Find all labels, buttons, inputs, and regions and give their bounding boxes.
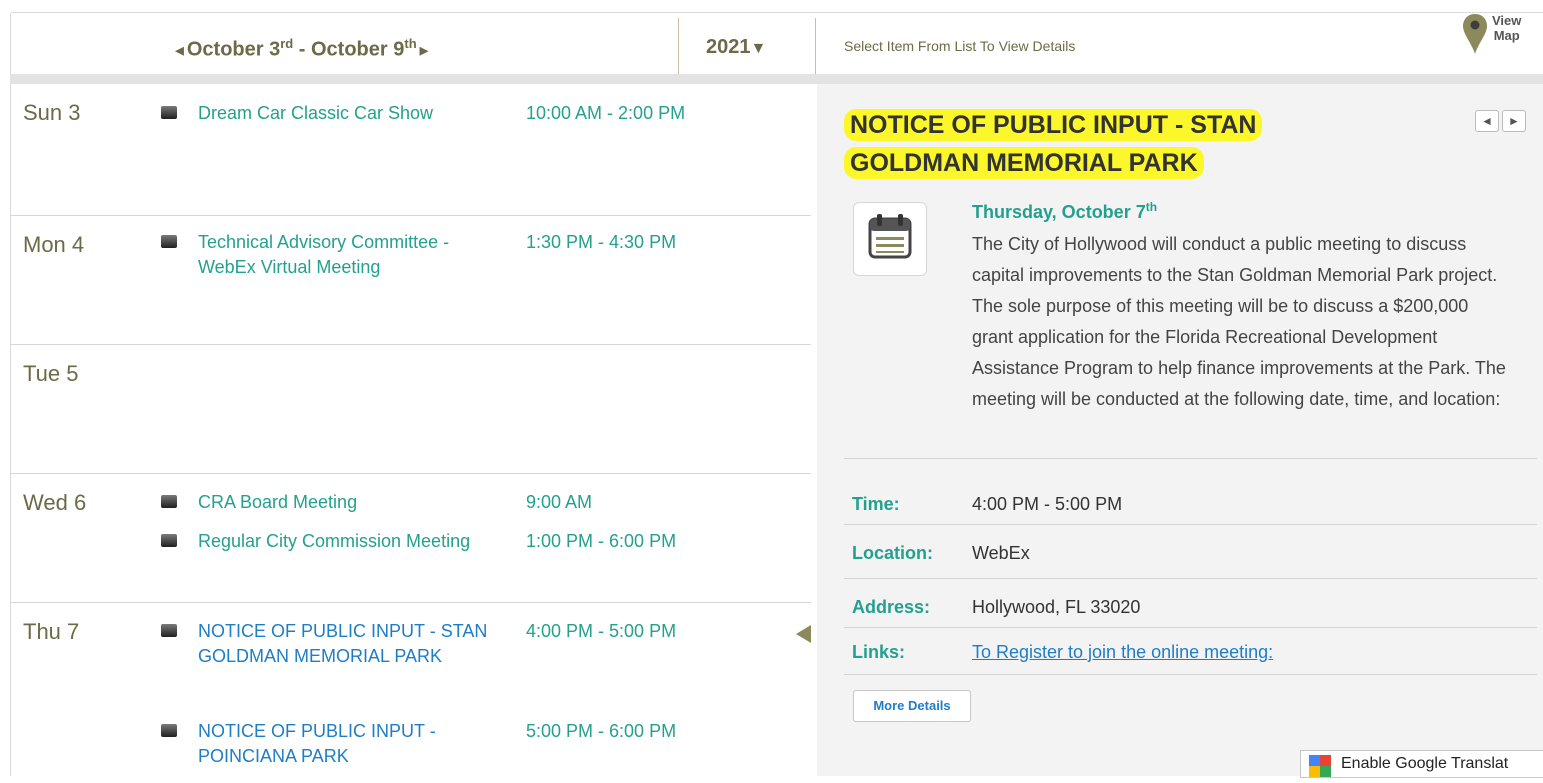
week-end-suffix: th xyxy=(404,36,417,51)
day-label: Thu 7 xyxy=(23,619,80,644)
event-time: 4:00 PM - 5:00 PM xyxy=(526,621,677,641)
day-label: Wed 6 xyxy=(23,490,87,515)
event-time: 1:30 PM - 4:30 PM xyxy=(526,232,677,252)
prev-event-button[interactable]: ◄ xyxy=(1475,110,1499,132)
event-bullet-icon xyxy=(161,106,177,119)
event-date: Thursday, October 7th xyxy=(972,200,1158,222)
day-row: Wed 6 CRA Board Meeting 9:00 AM Regular … xyxy=(11,474,811,603)
google-translate-button[interactable]: Enable Google Translat xyxy=(1300,750,1543,778)
day-label: Sun 3 xyxy=(23,100,81,125)
divider xyxy=(844,524,1537,525)
event-time: 10:00 AM - 2:00 PM xyxy=(526,103,686,123)
event-bullet-icon xyxy=(161,534,177,547)
map-pin-icon xyxy=(1463,14,1487,54)
event-detail-title: NOTICE OF PUBLIC INPUT - STAN GOLDMAN ME… xyxy=(844,106,1324,182)
year-selector[interactable]: 2021▼ xyxy=(706,36,766,59)
location-label: Location: xyxy=(852,543,933,563)
more-details-button[interactable]: More Details xyxy=(853,690,971,722)
next-week-arrow[interactable]: ► xyxy=(417,43,432,60)
toolbar-divider xyxy=(678,18,679,74)
selected-event-pointer xyxy=(796,625,811,643)
event-description: The City of Hollywood will conduct a pub… xyxy=(972,234,1506,409)
divider xyxy=(844,578,1537,579)
register-link[interactable]: To Register to join the online meeting: xyxy=(972,642,1273,663)
calendar-icon xyxy=(853,202,927,276)
event-bullet-icon xyxy=(161,235,177,248)
location-value: WebEx xyxy=(972,543,1030,563)
google-translate-icon xyxy=(1309,755,1331,777)
day-row: Tue 5 xyxy=(11,345,811,474)
view-map-button[interactable]: View Map xyxy=(1450,10,1540,60)
year-label: 2021 xyxy=(706,36,751,58)
toolbar-divider xyxy=(815,18,816,74)
view-map-label: View Map xyxy=(1492,13,1522,43)
divider xyxy=(844,627,1537,628)
google-translate-label: Enable Google Translat xyxy=(1341,755,1509,772)
event-title-link[interactable]: Regular City Commission Meeting xyxy=(198,529,508,554)
time-label: Time: xyxy=(852,494,900,514)
day-row: Mon 4 Technical Advisory Committee - Web… xyxy=(11,216,811,345)
event-title-link[interactable]: CRA Board Meeting xyxy=(198,490,508,515)
event-time: 5:00 PM - 6:00 PM xyxy=(526,721,677,741)
day-row: Sun 3 Dream Car Classic Car Show 10:00 A… xyxy=(11,84,811,216)
event-title-link[interactable]: NOTICE OF PUBLIC INPUT - POINCIANA PARK xyxy=(198,719,498,769)
toolbar-shadow xyxy=(10,74,1543,84)
address-label: Address: xyxy=(852,597,931,617)
chevron-down-icon: ▼ xyxy=(750,40,767,57)
event-bullet-icon xyxy=(161,724,177,737)
day-label: Mon 4 xyxy=(23,232,85,257)
day-label: Tue 5 xyxy=(23,361,79,386)
prev-week-arrow[interactable]: ◄ xyxy=(172,43,187,60)
event-title-link[interactable]: Technical Advisory Committee - WebEx Vir… xyxy=(198,230,508,280)
select-item-hint: Select Item From List To View Details xyxy=(844,38,1076,54)
week-navigator: ◄October 3rd - October 9th► xyxy=(172,36,432,62)
event-title-link[interactable]: NOTICE OF PUBLIC INPUT - STAN GOLDMAN ME… xyxy=(198,619,498,669)
next-event-button[interactable]: ► xyxy=(1502,110,1526,132)
divider xyxy=(844,458,1537,459)
week-start-suffix: rd xyxy=(280,36,294,51)
event-time: 1:00 PM - 6:00 PM xyxy=(526,531,677,551)
event-bullet-icon xyxy=(161,495,177,508)
links-label: Links: xyxy=(852,642,906,662)
event-time: 9:00 AM xyxy=(526,492,593,512)
divider xyxy=(844,674,1537,675)
event-bullet-icon xyxy=(161,624,177,637)
week-end-label: - October 9 xyxy=(293,38,405,61)
event-pager: ◄ ► xyxy=(1475,110,1529,132)
week-start-label: October 3 xyxy=(186,38,281,61)
event-detail-panel: NOTICE OF PUBLIC INPUT - STAN GOLDMAN ME… xyxy=(817,84,1543,776)
address-value: Hollywood, FL 33020 xyxy=(972,597,1141,617)
event-title-link[interactable]: Dream Car Classic Car Show xyxy=(198,101,508,126)
day-row: Thu 7 NOTICE OF PUBLIC INPUT - STAN GOLD… xyxy=(11,603,811,783)
event-date-suffix: th xyxy=(1145,200,1158,214)
time-value: 4:00 PM - 5:00 PM xyxy=(972,494,1123,514)
